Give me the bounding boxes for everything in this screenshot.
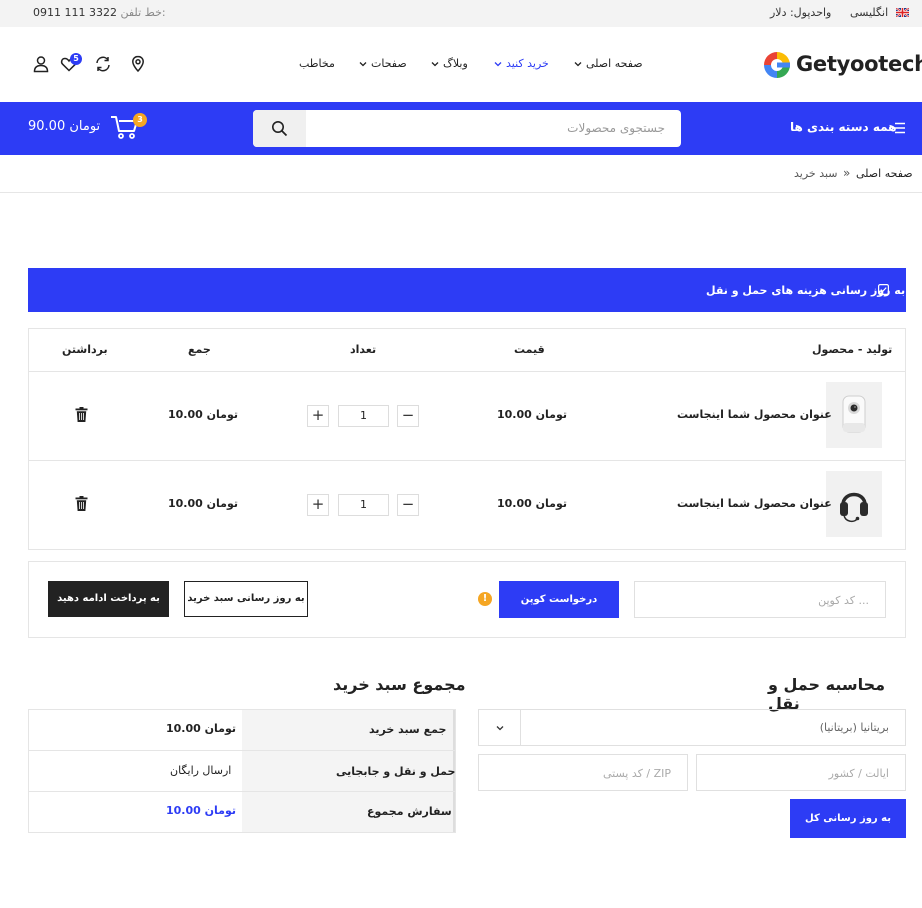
coupon-code-input[interactable]: کد کوپن ... xyxy=(634,581,886,618)
trash-icon[interactable] xyxy=(75,496,88,511)
subtotal-value: 10.00 تومان xyxy=(166,722,236,735)
update-cart-button[interactable]: به روز رسانی سبد خرید xyxy=(184,581,308,617)
state-input[interactable]: ایالت / کشور xyxy=(696,754,906,791)
subtotal-label: جمع سبد خرید xyxy=(369,723,447,736)
cart-count-badge: 3 xyxy=(133,113,147,127)
nav-blog-label: وبلاگ xyxy=(443,57,468,70)
nav-blog[interactable]: وبلاگ xyxy=(430,57,468,70)
column-price: قیمت xyxy=(514,343,545,356)
uk-flag-icon xyxy=(895,7,909,17)
table-divider xyxy=(29,371,905,372)
breadcrumb-home[interactable]: صفحه اصلی xyxy=(856,167,913,180)
quantity-input[interactable]: 1 xyxy=(338,405,389,427)
camera-image xyxy=(842,395,866,433)
product-name[interactable]: عنوان محصول شما اینجاست xyxy=(677,497,832,510)
totals-divider xyxy=(29,791,455,792)
shipping-calculator-title: محاسبه حمل و نقل xyxy=(768,675,886,713)
table-divider xyxy=(29,460,905,461)
phone-info: 0911 111 3322 خط تلفن: xyxy=(33,6,166,19)
all-categories-button[interactable]: همه دسته بندی ها xyxy=(790,120,896,134)
logo-icon[interactable] xyxy=(762,50,792,80)
order-total-label: سفارش مجموع xyxy=(367,805,452,818)
country-value: بریتانیا (بریتانیا) xyxy=(819,721,889,734)
search-icon xyxy=(272,121,288,137)
order-total-value: 10.00 تومان xyxy=(166,804,236,817)
user-account-icon[interactable] xyxy=(32,55,50,73)
column-quantity: تعداد xyxy=(350,343,377,356)
location-icon[interactable] xyxy=(129,55,147,73)
nav-shop[interactable]: خرید کنید xyxy=(493,57,549,70)
chevron-down-icon xyxy=(359,62,367,67)
nav-home[interactable]: صفحه اصلی xyxy=(573,57,643,70)
phone-number: 0911 111 3322 xyxy=(33,6,117,19)
top-bar: 0911 111 3322 خط تلفن: واحدپول: دلار انگ… xyxy=(0,0,922,27)
column-total: جمع xyxy=(188,343,211,356)
product-subtotal: 10.00 تومان xyxy=(168,497,238,510)
chevron-down-icon xyxy=(431,62,439,67)
wishlist-count-badge: 5 xyxy=(70,53,82,65)
product-price: 10.00 تومان xyxy=(497,408,567,421)
nav-home-label: صفحه اصلی xyxy=(586,57,643,70)
search-button[interactable] xyxy=(253,110,306,147)
language-label: انگلیسی xyxy=(850,6,889,19)
zip-placeholder: کد پستی / ZIP xyxy=(603,767,671,780)
nav-contact[interactable]: مخاطب xyxy=(299,57,335,70)
search-box: جستجوی محصولات xyxy=(253,110,681,147)
product-name[interactable]: عنوان محصول شما اینجاست xyxy=(677,408,832,421)
product-thumbnail[interactable] xyxy=(826,382,882,448)
product-subtotal: 10.00 تومان xyxy=(168,408,238,421)
apply-coupon-button[interactable]: درخواست کوپن xyxy=(499,581,619,618)
search-input[interactable]: جستجوی محصولات xyxy=(567,121,665,135)
nav-shop-label: خرید کنید xyxy=(506,57,549,70)
breadcrumb-current: سبد خرید xyxy=(794,167,838,180)
shipping-value: ارسال رایگان xyxy=(170,764,232,777)
cart-table xyxy=(28,328,906,550)
breadcrumb-divider xyxy=(0,192,922,193)
headset-image xyxy=(840,492,868,523)
nav-contact-label: مخاطب xyxy=(299,57,335,70)
chevron-down-icon xyxy=(574,62,582,67)
cart-totals-title: مجموع سبد خرید xyxy=(333,675,466,694)
chevron-down-icon xyxy=(496,726,504,731)
proceed-to-checkout-button[interactable]: به پرداخت ادامه دهید xyxy=(48,581,169,617)
info-icon[interactable]: ! xyxy=(478,592,492,606)
shipping-notice-text: به روز رسانی هزینه های حمل و نقل xyxy=(706,284,906,297)
quantity-increase-button[interactable]: + xyxy=(307,405,329,427)
state-placeholder: ایالت / کشور xyxy=(828,767,889,780)
country-select[interactable]: بریتانیا (بریتانیا) xyxy=(478,709,906,746)
language-selector[interactable]: انگلیسی xyxy=(850,6,909,19)
shipping-label: حمل و نقل و جابجایی xyxy=(336,765,456,778)
totals-divider xyxy=(29,750,455,751)
nav-pages-label: صفحات xyxy=(371,57,407,70)
cart-total[interactable]: 90.00 تومان xyxy=(28,119,100,134)
chevron-down-icon xyxy=(494,62,502,67)
zip-input[interactable]: کد پستی / ZIP xyxy=(478,754,688,791)
quantity-decrease-button[interactable]: − xyxy=(397,494,419,516)
product-thumbnail[interactable] xyxy=(826,471,882,537)
column-remove: برداشتن xyxy=(62,343,108,356)
trash-icon[interactable] xyxy=(75,407,88,422)
quantity-increase-button[interactable]: + xyxy=(307,494,329,516)
currency-selector[interactable]: واحدپول: دلار xyxy=(770,6,831,19)
compare-icon[interactable] xyxy=(94,55,112,73)
quantity-input[interactable]: 1 xyxy=(338,494,389,516)
nav-pages[interactable]: صفحات xyxy=(358,57,407,70)
select-arrow xyxy=(479,710,521,745)
logo-text[interactable]: Getyootech xyxy=(796,52,922,76)
quantity-decrease-button[interactable]: − xyxy=(397,405,419,427)
column-product: تولید - محصول xyxy=(812,343,893,356)
breadcrumb-separator: » xyxy=(843,166,851,180)
phone-label: خط تلفن: xyxy=(120,6,166,19)
coupon-placeholder: کد کوپن ... xyxy=(818,594,869,607)
product-price: 10.00 تومان xyxy=(497,497,567,510)
update-totals-button[interactable]: به روز رسانی کل xyxy=(790,799,906,838)
